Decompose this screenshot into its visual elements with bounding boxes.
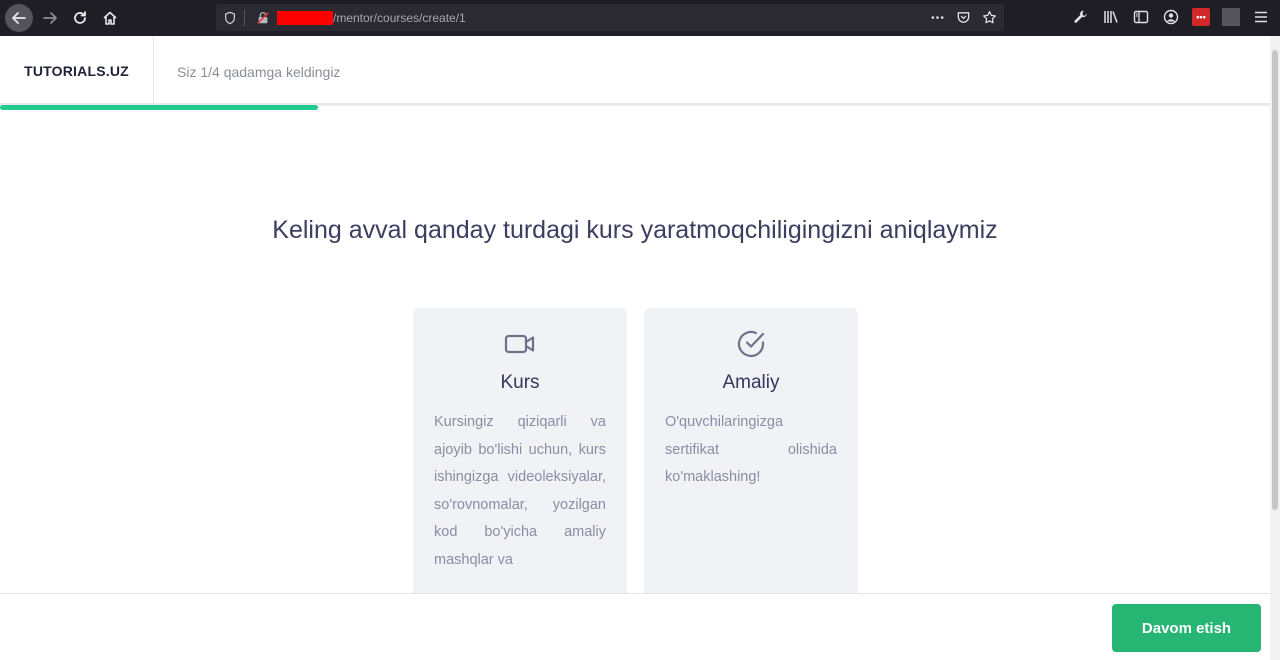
page-actions-icon[interactable] — [928, 8, 946, 26]
page-footer: Davom etish — [0, 593, 1270, 660]
browser-tools: ••• — [1072, 8, 1270, 26]
check-circle-icon — [644, 328, 858, 360]
extension-icon[interactable]: ••• — [1192, 8, 1210, 26]
url-divider — [244, 9, 245, 26]
step-indicator: Siz 1/4 qadamga keldingiz — [177, 64, 341, 80]
url-bar[interactable]: /mentor/courses/create/1 — [216, 4, 1004, 31]
home-icon — [103, 11, 117, 25]
brand-logo[interactable]: TUTORIALS.UZ — [0, 36, 154, 106]
course-type-card-amaliy[interactable]: Amaliy O'quvchilaringizga sertifikat oli… — [644, 308, 858, 608]
url-text[interactable]: /mentor/courses/create/1 — [333, 11, 466, 25]
reload-button[interactable] — [65, 3, 95, 33]
page-header: TUTORIALS.UZ Siz 1/4 qadamga keldingiz — [0, 36, 1270, 106]
card-description: Kursingiz qiziqarli va ajoyib bo'lishi u… — [434, 414, 606, 568]
home-button[interactable] — [95, 3, 125, 33]
card-description: O'quvchilaringizga sertifikat olishida k… — [665, 414, 837, 485]
bookmark-star-icon[interactable] — [980, 8, 998, 26]
video-camera-icon — [413, 328, 627, 360]
page: TUTORIALS.UZ Siz 1/4 qadamga keldingiz K… — [0, 36, 1270, 660]
back-button[interactable] — [5, 4, 33, 32]
scrollbar-thumb[interactable] — [1272, 50, 1278, 510]
card-title: Amaliy — [722, 372, 780, 393]
library-icon[interactable] — [1102, 8, 1120, 26]
scrollbar[interactable] — [1270, 36, 1280, 660]
shield-icon[interactable] — [220, 8, 240, 28]
redacted-domain — [277, 10, 333, 25]
card-title: Kurs — [500, 372, 540, 393]
course-type-card-kurs[interactable]: Kurs Kursingiz qiziqarli va ajoyib bo'li… — [413, 308, 627, 608]
wrench-icon[interactable] — [1072, 8, 1090, 26]
account-icon[interactable] — [1162, 8, 1180, 26]
arrow-right-icon — [43, 12, 57, 24]
browser-toolbar: /mentor/courses/create/1 ••• — [0, 0, 1280, 36]
menu-icon[interactable] — [1252, 8, 1270, 26]
toolbar-divider — [1222, 8, 1240, 26]
reload-icon — [74, 11, 86, 24]
sidebar-icon[interactable] — [1132, 8, 1150, 26]
page-title: Keling avval qanday turdagi kurs yaratmo… — [272, 216, 998, 244]
url-actions — [928, 8, 998, 26]
insecure-lock-icon[interactable] — [253, 8, 273, 28]
next-button[interactable]: Davom etish — [1112, 604, 1261, 652]
forward-button[interactable] — [35, 3, 65, 33]
progress-bar — [0, 105, 318, 110]
pocket-icon[interactable] — [954, 8, 972, 26]
arrow-left-icon — [12, 12, 26, 24]
